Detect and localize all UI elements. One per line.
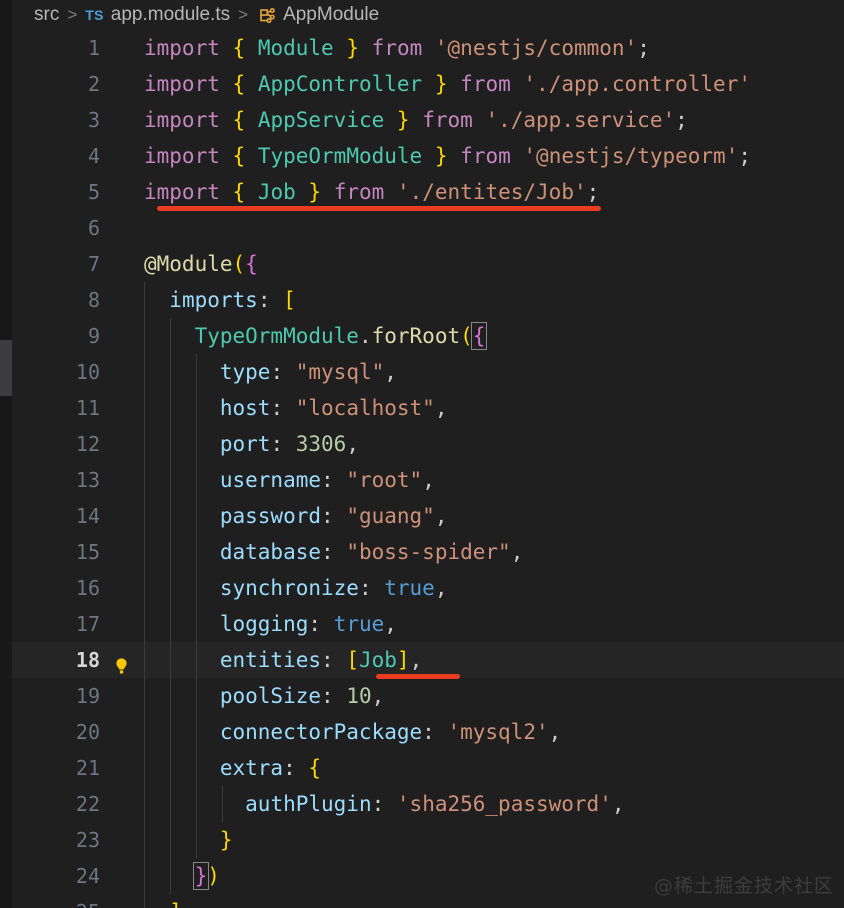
code-line[interactable]: 5 import { Job } from './entites/Job'; xyxy=(12,174,844,210)
code-line[interactable]: 9 TypeOrmModule.forRoot({ xyxy=(12,318,844,354)
code-line[interactable]: 8 imports: [ xyxy=(12,282,844,318)
watermark: @稀土掘金技术社区 xyxy=(653,875,834,897)
line-number: 14 xyxy=(75,504,100,528)
underline-import-job xyxy=(157,206,601,211)
code-text: }) xyxy=(192,862,220,890)
code-line[interactable]: 20 connectorPackage: 'mysql2', xyxy=(12,714,844,750)
vscode-editor-screenshot: src > TS app.module.ts > AppModule 1 imp… xyxy=(0,0,844,908)
typescript-file-icon: TS xyxy=(85,7,104,23)
line-number: 2 xyxy=(87,72,100,96)
line-number: 7 xyxy=(87,252,100,276)
breadcrumb-item-symbol[interactable]: AppModule xyxy=(256,4,379,26)
code-line[interactable]: 2 import { AppController } from './app.co… xyxy=(12,66,844,102)
line-number: 25 xyxy=(12,894,100,908)
underline-entities-job xyxy=(376,674,460,679)
code-text: password: "guang", xyxy=(219,504,448,528)
line-number: 24 xyxy=(75,864,100,888)
line-number: 21 xyxy=(75,756,100,780)
code-text: host: "localhost", xyxy=(219,396,448,420)
code-line[interactable]: 10 type: "mysql", xyxy=(12,354,844,390)
line-number: 4 xyxy=(87,144,100,168)
code-line[interactable]: 22 authPlugin: 'sha256_password', xyxy=(12,786,844,822)
code-text: @Module({ xyxy=(144,252,258,276)
code-text: } xyxy=(219,828,233,852)
line-number: 8 xyxy=(87,288,100,312)
line-number: 6 xyxy=(87,216,100,240)
code-text: connectorPackage: 'mysql2', xyxy=(219,720,562,744)
line-number: 5 xyxy=(87,180,100,204)
line-number: 12 xyxy=(75,432,100,456)
breadcrumb-file-label: app.module.ts xyxy=(110,4,231,25)
line-number: 15 xyxy=(75,540,100,564)
breadcrumb-item-file[interactable]: TS app.module.ts xyxy=(85,4,230,26)
code-line[interactable]: 18 entities: [Job], xyxy=(12,642,844,678)
breadcrumb-symbol-label: AppModule xyxy=(283,4,380,25)
line-number: 23 xyxy=(75,828,100,852)
line-number: 17 xyxy=(75,612,100,636)
code-line[interactable]: 15 database: "boss-spider", xyxy=(12,534,844,570)
breadcrumb: src > TS app.module.ts > AppModule xyxy=(12,0,844,30)
line-number: 18 xyxy=(75,648,100,672)
code-line[interactable]: 17 logging: true, xyxy=(12,606,844,642)
code-text: username: "root", xyxy=(219,468,435,492)
code-text: import { Job } from './entites/Job'; xyxy=(144,180,600,204)
code-text: import { AppService } from './app.servic… xyxy=(144,108,688,132)
line-number: 11 xyxy=(75,396,100,420)
code-text: poolSize: 10, xyxy=(219,684,385,708)
line-number: 1 xyxy=(87,36,100,60)
code-text: authPlugin: 'sha256_password', xyxy=(245,792,625,816)
code-text: logging: true, xyxy=(219,612,397,636)
code-line[interactable]: 13 username: "root", xyxy=(12,462,844,498)
symbol-class-icon xyxy=(256,6,276,26)
line-number: 16 xyxy=(75,576,100,600)
code-line[interactable]: 1 import { Module } from '@nestjs/common'… xyxy=(12,30,844,66)
code-text: extra: { xyxy=(219,756,322,780)
breadcrumb-item-folder[interactable]: src xyxy=(34,4,59,26)
code-line[interactable]: 6 xyxy=(12,210,844,246)
code-text: entities: [Job], xyxy=(219,648,423,672)
breadcrumb-separator-icon: > xyxy=(67,5,78,24)
line-number: 10 xyxy=(75,360,100,384)
lightbulb-quickfix-icon[interactable] xyxy=(112,651,131,674)
line-number: 13 xyxy=(75,468,100,492)
code-text: TypeOrmModule.forRoot({ xyxy=(194,322,488,350)
code-text: ] xyxy=(144,894,182,908)
code-line[interactable]: 4 import { TypeOrmModule } from '@nestjs/… xyxy=(12,138,844,174)
code-text: imports: [ xyxy=(169,288,296,312)
editor-overview-strip[interactable] xyxy=(0,0,12,908)
code-line[interactable]: 19 poolSize: 10, xyxy=(12,678,844,714)
code-line[interactable]: 3 import { AppService } from './app.servi… xyxy=(12,102,844,138)
code-text: database: "boss-spider", xyxy=(219,540,524,564)
code-line[interactable]: 21 extra: { xyxy=(12,750,844,786)
code-line[interactable]: 23 } xyxy=(12,822,844,858)
line-number: 19 xyxy=(75,684,100,708)
code-text: import { AppController } from './app.con… xyxy=(144,72,751,96)
breadcrumb-folder-label: src xyxy=(34,4,60,25)
line-number: 9 xyxy=(87,324,100,348)
code-line[interactable]: 7 @Module({ xyxy=(12,246,844,282)
code-text: import { TypeOrmModule } from '@nestjs/t… xyxy=(144,144,751,168)
scrollbar-thumb[interactable] xyxy=(0,340,12,396)
line-number: 3 xyxy=(87,108,100,132)
code-editor[interactable]: 1 import { Module } from '@nestjs/common'… xyxy=(12,30,844,908)
code-line[interactable]: 16 synchronize: true, xyxy=(12,570,844,606)
line-number: 20 xyxy=(75,720,100,744)
code-line[interactable]: 12 port: 3306, xyxy=(12,426,844,462)
code-text: type: "mysql", xyxy=(219,360,397,384)
breadcrumb-separator-icon-2: > xyxy=(238,5,249,24)
code-text: synchronize: true, xyxy=(219,576,448,600)
code-text: import { Module } from '@nestjs/common'; xyxy=(144,36,650,60)
code-line[interactable]: 14 password: "guang", xyxy=(12,498,844,534)
code-line[interactable]: 11 host: "localhost", xyxy=(12,390,844,426)
line-number: 22 xyxy=(75,792,100,816)
code-text: port: 3306, xyxy=(219,432,359,456)
